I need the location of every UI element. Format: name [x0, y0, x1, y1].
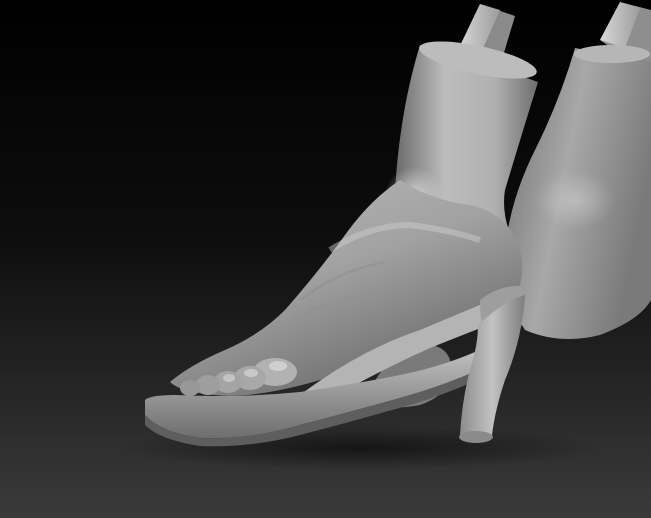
heel-tip — [459, 431, 493, 443]
sculpt-render — [0, 0, 651, 518]
back-leg-cut-top — [574, 45, 650, 63]
render-viewport — [0, 0, 651, 518]
